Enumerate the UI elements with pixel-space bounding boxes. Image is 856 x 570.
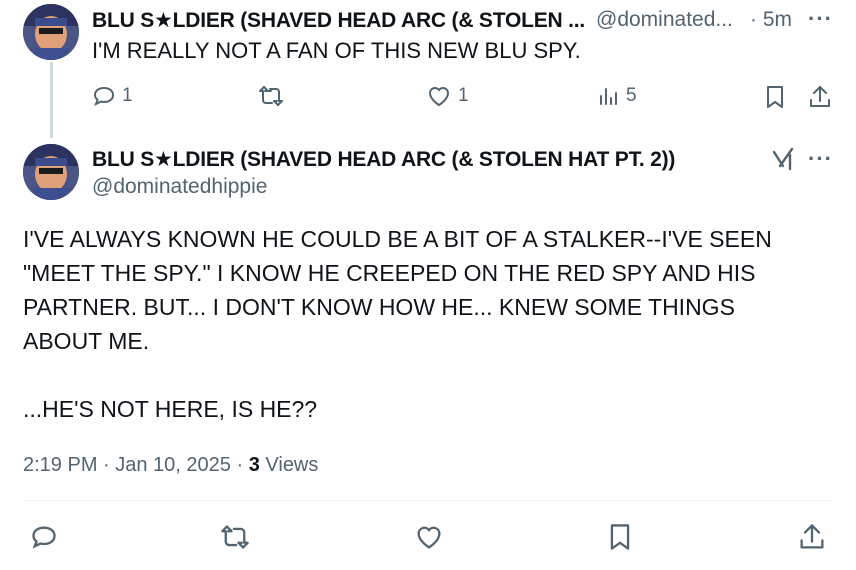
views-label[interactable]: Views — [265, 454, 318, 476]
like-count: 1 — [458, 85, 469, 106]
share-button[interactable] — [808, 84, 832, 110]
like-icon — [417, 526, 441, 549]
divider — [22, 500, 834, 501]
retweet-button-main[interactable] — [220, 523, 250, 551]
reply-icon — [93, 86, 115, 107]
main-tweet-text: I'VE ALWAYS KNOWN HE COULD BE A BIT OF A… — [23, 226, 772, 422]
reply-handle[interactable]: @dominated... — [596, 8, 733, 32]
reply-text: I'M REALLY NOT A FAN OF THIS NEW BLU SPY… — [92, 38, 581, 63]
reply-button[interactable]: 1 — [92, 84, 133, 108]
bookmark-icon — [767, 86, 783, 108]
thread-line — [50, 62, 53, 138]
reply-icon — [32, 526, 56, 549]
share-icon — [810, 86, 830, 107]
retweet-icon — [259, 86, 283, 106]
avatar-main[interactable] — [23, 144, 79, 200]
views-icon — [600, 88, 617, 105]
bookmark-button-main[interactable] — [607, 522, 633, 552]
retweet-icon — [221, 525, 249, 549]
views-count-main: 3 — [248, 454, 260, 476]
share-icon — [800, 524, 824, 549]
bookmark-icon — [610, 524, 630, 550]
tweet-meta: 2:19 PM · Jan 10, 2025 · 3 Views — [23, 454, 318, 477]
like-button-main[interactable] — [414, 523, 444, 551]
reply-count: 1 — [122, 85, 133, 106]
reply-time[interactable]: · 5m — [750, 8, 792, 32]
bookmark-button[interactable] — [764, 84, 786, 110]
main-handle[interactable]: @dominatedhippie — [92, 175, 267, 199]
views-count: 5 — [626, 85, 637, 106]
reply-display-name[interactable]: BLU S★LDIER (SHAVED HEAD ARC (& STOLEN .… — [92, 8, 585, 33]
like-button[interactable]: 1 — [426, 84, 469, 108]
timestamp[interactable]: 2:19 PM · Jan 10, 2025 · — [23, 454, 243, 476]
avatar-reply[interactable] — [23, 4, 79, 60]
more-icon[interactable]: ··· — [808, 6, 833, 32]
retweet-button[interactable] — [258, 84, 290, 108]
views-button[interactable]: 5 — [596, 84, 637, 108]
main-display-name[interactable]: BLU S★LDIER (SHAVED HEAD ARC (& STOLEN H… — [92, 147, 675, 172]
grok-icon[interactable] — [770, 146, 796, 177]
share-button-main[interactable] — [798, 522, 826, 552]
reply-button-main[interactable] — [30, 523, 58, 551]
more-icon-main[interactable]: ··· — [808, 146, 833, 172]
like-icon — [428, 87, 450, 107]
